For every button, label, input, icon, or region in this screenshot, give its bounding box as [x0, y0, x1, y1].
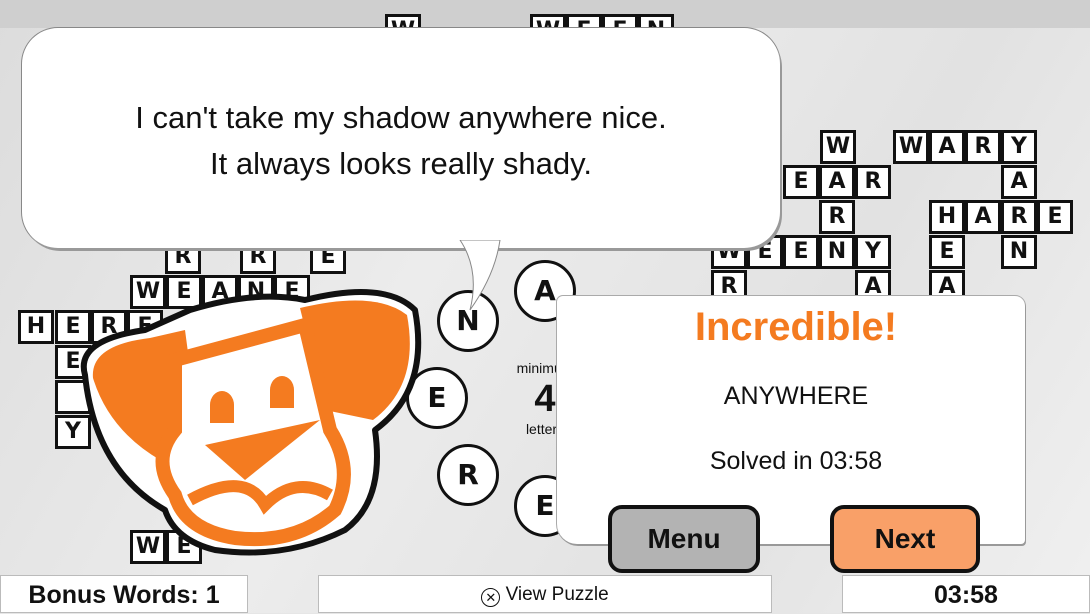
- grid-tile: W: [820, 130, 856, 164]
- x-button-icon: ✕: [481, 588, 501, 607]
- grid-tile: H: [18, 310, 54, 344]
- dialogue-text: I can't take my shadow anywhere nice. It…: [22, 95, 780, 187]
- grid-tile: E: [929, 235, 965, 269]
- grid-tile: N: [1001, 235, 1037, 269]
- solved-word: ANYWHERE: [723, 382, 869, 410]
- solved-time: Solved in 03:58: [709, 447, 883, 475]
- grid-tile: A: [929, 130, 965, 164]
- view-puzzle-label: View Puzzle: [505, 584, 609, 605]
- dialogue-line-2: It always looks really shady.: [210, 146, 592, 181]
- grid-tile: A: [1001, 165, 1037, 199]
- grid-tile: W: [893, 130, 929, 164]
- speech-bubble-tail: [459, 240, 501, 311]
- grid-tile: R: [855, 165, 891, 199]
- menu-button[interactable]: Menu: [608, 505, 760, 573]
- grid-tile: E: [783, 165, 819, 199]
- grid-tile: A: [819, 165, 855, 199]
- grid-tile: R: [1001, 200, 1037, 234]
- grid-tile: R: [819, 200, 855, 234]
- letter-circle[interactable]: R: [437, 444, 499, 506]
- timer: 03:58: [842, 575, 1090, 613]
- next-button[interactable]: Next: [830, 505, 980, 573]
- grid-tile: H: [929, 200, 965, 234]
- result-title: Incredible!: [694, 305, 898, 349]
- dialogue-line-1: I can't take my shadow anywhere nice.: [135, 100, 667, 135]
- dog-mascot: [80, 289, 422, 556]
- grid-tile: Y: [1001, 130, 1037, 164]
- grid-tile: E: [783, 235, 819, 269]
- grid-tile: A: [965, 200, 1001, 234]
- view-puzzle-button[interactable]: ✕ View Puzzle: [318, 575, 772, 613]
- grid-tile: E: [1037, 200, 1073, 234]
- grid-tile: N: [819, 235, 855, 269]
- grid-tile: R: [965, 130, 1001, 164]
- grid-tile: Y: [855, 235, 891, 269]
- bonus-words-counter: Bonus Words: 1: [0, 575, 248, 613]
